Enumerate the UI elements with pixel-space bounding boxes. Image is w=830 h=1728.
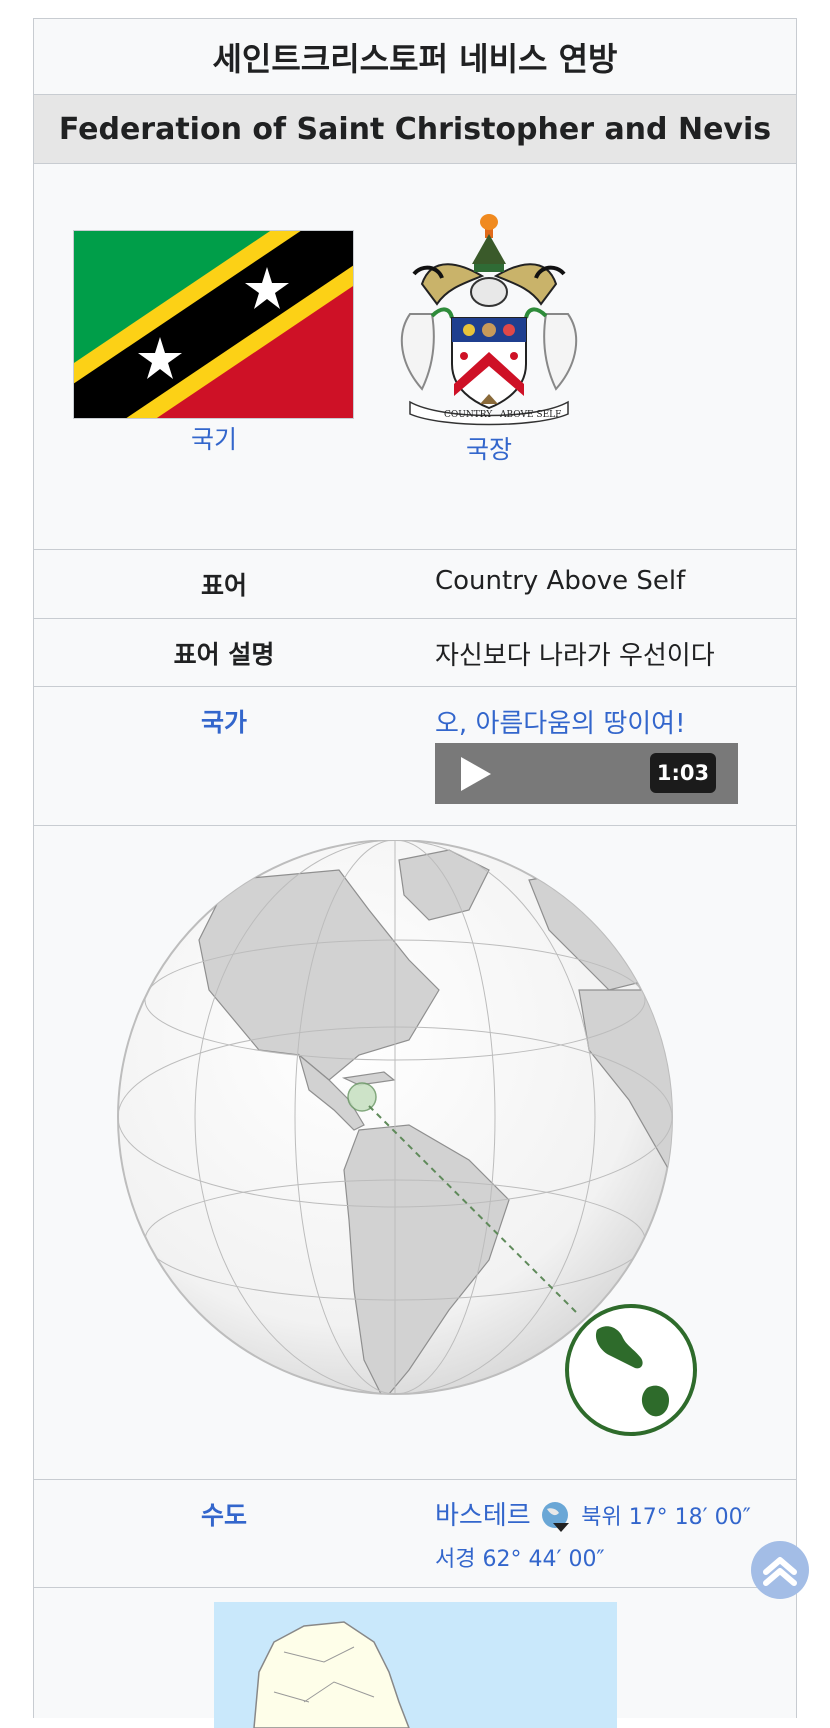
capital-row: 수도 바스테르 북위 17° 18′ 00″ 서경 62° 44′ 00″	[34, 1480, 796, 1588]
flag-caption[interactable]: 국기	[154, 420, 274, 456]
official-name: Federation of Saint Christopher and Nevi…	[58, 111, 772, 147]
flag-image[interactable]	[73, 230, 354, 419]
capital-label[interactable]: 수도	[34, 1496, 414, 1532]
chevron-up-icon	[763, 1557, 797, 1586]
coat-of-arms-image[interactable]: COUNTRY ABOVE SELF	[392, 214, 586, 429]
audio-duration: 1:03	[650, 753, 716, 793]
play-icon[interactable]	[459, 755, 493, 793]
flag-and-coat-row: 국기 COUNTRY ABOVE SELF 국장	[34, 164, 796, 550]
island-map-image[interactable]	[214, 1602, 617, 1728]
page-title: 세인트크리스토퍼 네비스 연방	[212, 39, 618, 78]
motto-label: 표어	[200, 571, 247, 600]
anthem-row: 국가 오, 아름다움의 땅이여! 1:03	[34, 687, 796, 826]
motto-row: 표어 Country Above Self	[34, 550, 796, 619]
capital-coordinates-lat[interactable]: 북위 17° 18′ 00″	[581, 1505, 751, 1530]
capital-link[interactable]: 바스테르	[435, 1501, 531, 1531]
motto-description-row: 표어 설명 자신보다 나라가 우선이다	[34, 619, 796, 687]
anthem-link[interactable]: 오, 아름다움의 땅이여!	[435, 703, 686, 740]
location-map-row	[34, 826, 796, 1480]
motto-description-label: 표어 설명	[173, 640, 275, 669]
motto-value: Country Above Self	[435, 566, 686, 596]
orthographic-globe-map[interactable]	[109, 840, 721, 1460]
infobox: 세인트크리스토퍼 네비스 연방 Federation of Saint Chri…	[33, 18, 797, 1728]
coat-ribbon-left: COUNTRY	[444, 410, 493, 420]
audio-player[interactable]: 1:03	[435, 743, 738, 804]
coat-ribbon-right: ABOVE SELF	[499, 410, 561, 420]
anthem-label[interactable]: 국가	[34, 703, 414, 739]
island-map-row	[34, 1588, 796, 1728]
globe-icon[interactable]	[539, 1501, 573, 1533]
motto-description-value: 자신보다 나라가 우선이다	[435, 641, 715, 671]
inset-map	[565, 1304, 697, 1436]
scroll-to-top-button[interactable]	[751, 1541, 809, 1599]
capital-coordinates-lon[interactable]: 서경 62° 44′ 00″	[435, 1547, 605, 1572]
coat-caption[interactable]: 국장	[429, 430, 549, 466]
location-marker	[347, 1082, 377, 1112]
infobox-title: 세인트크리스토퍼 네비스 연방	[34, 19, 796, 95]
infobox-subtitle: Federation of Saint Christopher and Nevi…	[34, 95, 796, 164]
